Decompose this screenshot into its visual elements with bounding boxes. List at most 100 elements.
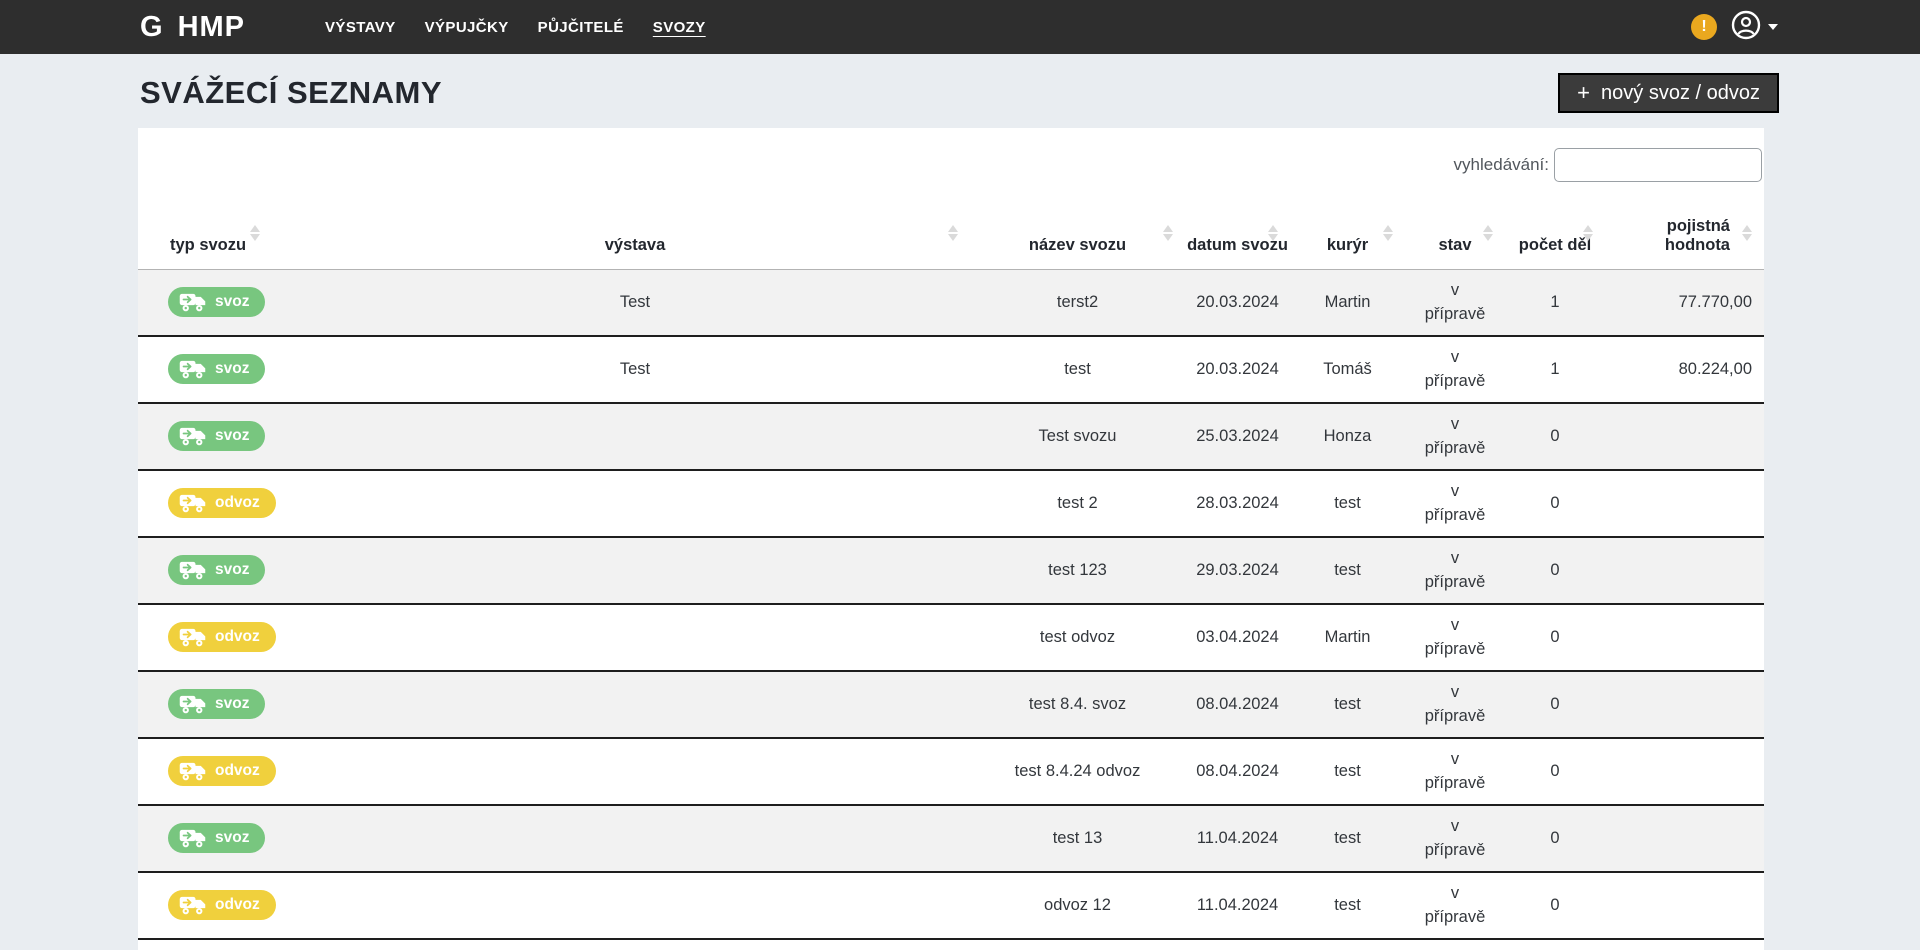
cell-pocet-del: 0	[1505, 537, 1605, 604]
truck-icon	[179, 359, 206, 380]
cell-typ-svozu: svoz	[138, 270, 300, 337]
table-row[interactable]: svozTesttest20.03.2024Tomášv přípravě180…	[138, 336, 1764, 403]
table-row[interactable]: svoztest 12329.03.2024testv přípravě0	[138, 537, 1764, 604]
table-row[interactable]: odvoztest 228.03.2024testv přípravě0	[138, 470, 1764, 537]
cell-vystava	[300, 470, 970, 537]
cell-pojistna-hodnota	[1605, 671, 1764, 738]
sort-icon[interactable]	[1163, 225, 1173, 241]
truck-icon	[179, 694, 206, 715]
table-row[interactable]: odvoztest 8.4.24 odvoz08.04.2024testv př…	[138, 738, 1764, 805]
cell-datum-svozu: 08.04.2024	[1185, 671, 1290, 738]
cell-vystava	[300, 872, 970, 939]
column-header-počet-děl[interactable]: počet děl	[1505, 185, 1605, 270]
svoz-badge: svoz	[168, 287, 265, 317]
cell-kuryr: Tomáš	[1290, 336, 1405, 403]
table-row[interactable]: odvozodvoz 1211.04.2024testv přípravě0	[138, 872, 1764, 939]
cell-pojistna-hodnota	[1605, 470, 1764, 537]
cell-typ-svozu: svoz	[138, 537, 300, 604]
column-header-stav[interactable]: stav	[1405, 185, 1505, 270]
cell-datum-svozu: 29.03.2024	[1185, 537, 1290, 604]
column-header-výstava[interactable]: výstava	[300, 185, 970, 270]
cell-nazev-svozu: odvoz 12	[970, 872, 1185, 939]
badge-label: odvoz	[215, 762, 260, 780]
cell-typ-svozu: svoz	[138, 805, 300, 872]
truck-icon	[179, 627, 206, 648]
sort-icon[interactable]	[1742, 225, 1752, 241]
svozy-table: typ svozu výstava název svozudatum svozuku…	[138, 185, 1764, 940]
cell-pocet-del: 0	[1505, 470, 1605, 537]
table-row[interactable]: svoztest 1311.04.2024testv přípravě0	[138, 805, 1764, 872]
table-head: typ svozu výstava název svozudatum svozuku…	[138, 185, 1764, 270]
cell-stav: v přípravě	[1405, 738, 1505, 805]
svoz-badge: svoz	[168, 823, 265, 853]
cell-datum-svozu: 08.04.2024	[1185, 738, 1290, 805]
badge-label: odvoz	[215, 494, 260, 512]
truck-icon	[179, 560, 206, 581]
cell-pocet-del: 0	[1505, 805, 1605, 872]
chevron-down-icon	[1768, 24, 1778, 30]
search-row: vyhledávání:	[138, 128, 1764, 185]
cell-vystava	[300, 403, 970, 470]
table-row[interactable]: svozTestterst220.03.2024Martinv přípravě…	[138, 270, 1764, 337]
sort-icon[interactable]	[1383, 225, 1393, 241]
cell-typ-svozu: odvoz	[138, 738, 300, 805]
column-header-pojistná-hodnota[interactable]: pojistná hodnota	[1605, 185, 1764, 270]
sort-icon[interactable]	[948, 225, 958, 241]
badge-label: svoz	[215, 360, 249, 378]
cell-datum-svozu: 11.04.2024	[1185, 805, 1290, 872]
cell-pocet-del: 0	[1505, 604, 1605, 671]
badge-label: svoz	[215, 561, 249, 579]
cell-kuryr: test	[1290, 537, 1405, 604]
nav-item-vystavy[interactable]: VÝSTAVY	[325, 19, 396, 36]
table-row[interactable]: odvoztest odvoz03.04.2024Martinv příprav…	[138, 604, 1764, 671]
cell-datum-svozu: 28.03.2024	[1185, 470, 1290, 537]
nav-item-svozy[interactable]: SVOZY	[653, 19, 706, 36]
cell-vystava	[300, 805, 970, 872]
app-logo[interactable]: G HMP	[140, 11, 245, 44]
odvoz-badge: odvoz	[168, 622, 276, 652]
column-header-kurýr[interactable]: kurýr	[1290, 185, 1405, 270]
column-header-label: výstava	[605, 236, 666, 254]
cell-stav: v přípravě	[1405, 604, 1505, 671]
cell-pojistna-hodnota	[1605, 537, 1764, 604]
search-label: vyhledávání:	[1454, 155, 1549, 175]
truck-icon	[179, 828, 206, 849]
plus-icon: +	[1577, 82, 1590, 104]
cell-pojistna-hodnota	[1605, 403, 1764, 470]
cell-pojistna-hodnota	[1605, 604, 1764, 671]
cell-pocet-del: 0	[1505, 671, 1605, 738]
column-header-datum-svozu[interactable]: datum svozu	[1185, 185, 1290, 270]
alert-icon[interactable]: !	[1691, 14, 1717, 40]
table-row[interactable]: svozTest svozu25.03.2024Honzav přípravě0	[138, 403, 1764, 470]
nav-item-vypujcky[interactable]: VÝPUJČKY	[425, 19, 509, 36]
user-menu[interactable]	[1731, 10, 1778, 45]
sort-icon[interactable]	[250, 225, 260, 241]
navbar-right: !	[1691, 10, 1778, 45]
cell-nazev-svozu: test 123	[970, 537, 1185, 604]
cell-vystava: Test	[300, 336, 970, 403]
svoz-badge: svoz	[168, 555, 265, 585]
nav-item-pujcitele[interactable]: PŮJČITELÉ	[538, 19, 624, 36]
cell-nazev-svozu: Test svozu	[970, 403, 1185, 470]
table-row[interactable]: svoztest 8.4. svoz08.04.2024testv přípra…	[138, 671, 1764, 738]
odvoz-badge: odvoz	[168, 488, 276, 518]
cell-pocet-del: 0	[1505, 872, 1605, 939]
cell-vystava	[300, 604, 970, 671]
cell-pocet-del: 0	[1505, 403, 1605, 470]
svoz-badge: svoz	[168, 354, 265, 384]
cell-kuryr: test	[1290, 872, 1405, 939]
sort-icon[interactable]	[1583, 225, 1593, 241]
truck-icon	[179, 895, 206, 916]
cell-typ-svozu: svoz	[138, 671, 300, 738]
column-header-typ-svozu[interactable]: typ svozu	[138, 185, 300, 270]
cell-datum-svozu: 11.04.2024	[1185, 872, 1290, 939]
cell-nazev-svozu: test	[970, 336, 1185, 403]
column-header-název-svozu[interactable]: název svozu	[970, 185, 1185, 270]
cell-vystava: Test	[300, 270, 970, 337]
sort-icon[interactable]	[1483, 225, 1493, 241]
sort-icon[interactable]	[1268, 225, 1278, 241]
badge-label: svoz	[215, 695, 249, 713]
new-svoz-button[interactable]: + nový svoz / odvoz	[1558, 73, 1779, 113]
user-icon	[1731, 10, 1761, 45]
search-input[interactable]	[1554, 148, 1762, 182]
